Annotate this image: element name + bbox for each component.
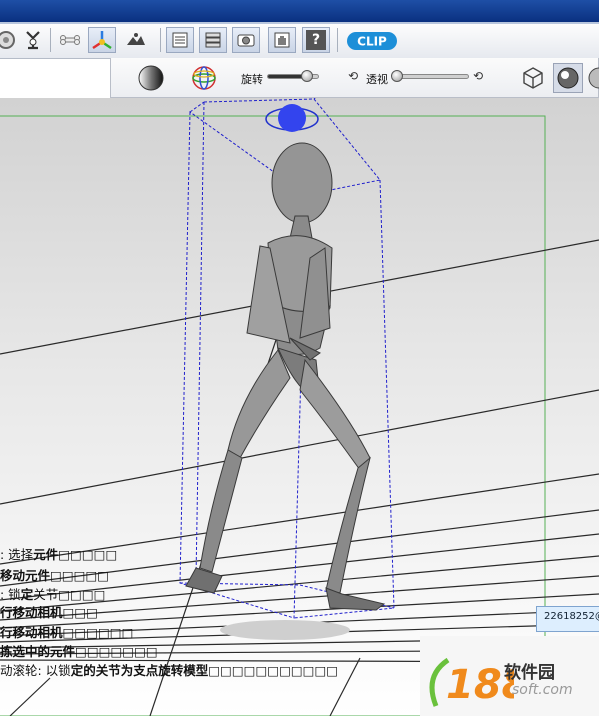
cube-view-icon[interactable] — [521, 66, 545, 94]
help-button[interactable]: ? — [302, 27, 330, 53]
mannequin-figure[interactable] — [185, 142, 386, 611]
help-line: 动滚轮: 以锁定的关节为支点旋转模型□□□□□□□□□□□ — [0, 663, 339, 678]
svg-text:CLIP: CLIP — [357, 35, 387, 49]
title-bar — [0, 0, 599, 22]
bone-icon[interactable] — [56, 27, 84, 53]
help-line: 行移动相机□□□□□□ — [0, 625, 134, 640]
list-panel-icon[interactable] — [166, 27, 194, 53]
shading-icon[interactable] — [137, 64, 165, 96]
rotate-view-icon[interactable] — [0, 27, 20, 53]
pose-joint-icon[interactable] — [19, 27, 47, 53]
clip-logo: CLIP — [346, 30, 398, 56]
watermark-logo: 188 — [429, 657, 514, 708]
perspective-reset-icon[interactable]: ⟲ — [473, 69, 483, 83]
watermark: 188 软件园 soft.com — [420, 636, 599, 716]
pivot-handle[interactable] — [278, 104, 306, 132]
camera-angle-icon[interactable] — [122, 27, 150, 53]
view-options-bar: 旋转 ⟲ 透视 ⟲ — [110, 58, 599, 98]
light-sphere-button[interactable] — [553, 63, 583, 93]
figure-shadow — [220, 620, 350, 640]
rotate-label: 旋转 — [241, 73, 263, 86]
help-icon: ? — [306, 30, 326, 50]
watermark-url: soft.com — [512, 682, 573, 698]
wireframe-sphere-icon[interactable] — [189, 63, 219, 97]
help-line: : 选择元件□□□□□ — [0, 547, 118, 562]
help-line: 行移动相机□□□ — [0, 605, 98, 620]
camera-panel-icon[interactable] — [232, 27, 260, 53]
layers-icon[interactable] — [199, 27, 227, 53]
watermark-name: 软件园 — [504, 663, 555, 683]
toolbar-separator — [50, 28, 51, 52]
perspective-label: 透视 — [366, 73, 388, 86]
toolbar-separator — [160, 28, 161, 52]
perspective-slider-knob[interactable] — [391, 70, 403, 82]
help-line: 拣选中的元件□□□□□□□ — [0, 644, 158, 659]
help-line: 移动元件□□□□□ — [0, 568, 110, 583]
help-line: : 锁定关节□□□□ — [0, 587, 106, 602]
rotate-slider-knob[interactable] — [301, 70, 313, 82]
environment-sphere-icon[interactable] — [585, 64, 599, 96]
toolbar-separator — [337, 28, 338, 52]
perspective-slider[interactable] — [391, 70, 469, 82]
rotate-reset-icon[interactable]: ⟲ — [348, 69, 358, 83]
transform-gizmo-icon[interactable] — [88, 27, 116, 53]
3d-viewport[interactable]: : 选择元件□□□□□ 移动元件□□□□□ : 锁定关节□□□□ 行移动相机□□… — [0, 98, 599, 716]
rotate-slider[interactable] — [267, 70, 319, 82]
tooltip: 22618252@ — [536, 606, 599, 632]
hand-pose-icon[interactable] — [268, 27, 296, 53]
main-toolbar: ? CLIP — [0, 24, 599, 59]
